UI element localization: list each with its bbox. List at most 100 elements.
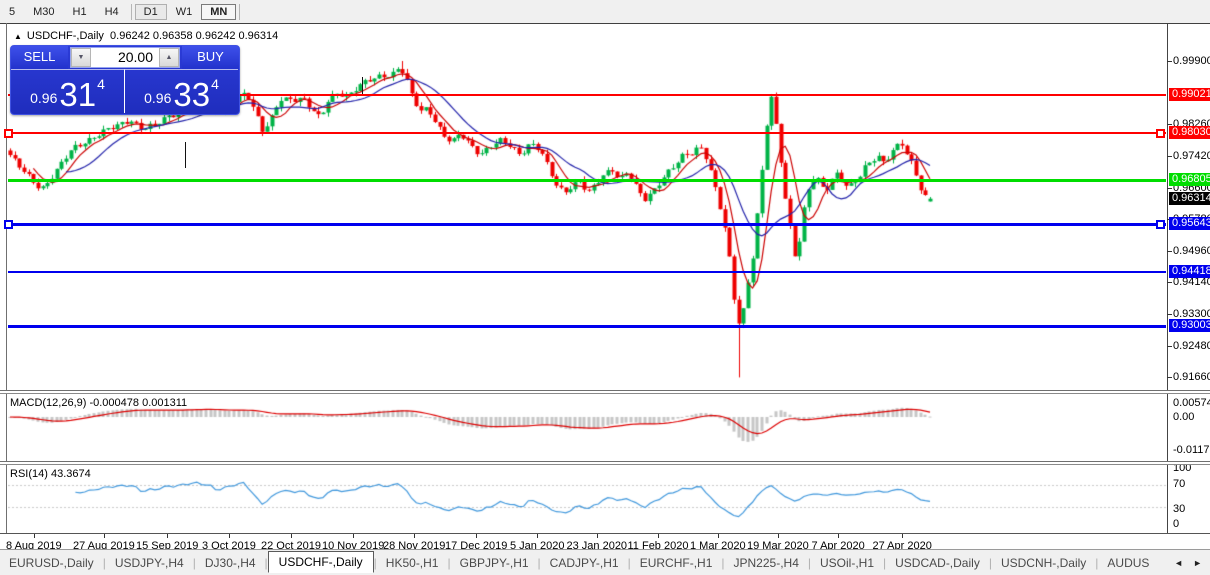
chart-object-mark[interactable] (362, 77, 363, 95)
symbol-tab-cadjpy-h1[interactable]: CADJPY-,H1 (541, 553, 628, 573)
chart-tab-bar: EURUSD-,Daily|USDJPY-,H4|DJ30-,H4|USDCHF… (0, 549, 1210, 575)
line-handle-right[interactable] (1156, 129, 1165, 138)
timeframe-button-m30[interactable]: M30 (24, 4, 63, 20)
price-axis-tickmark (1167, 188, 1172, 189)
volume-input[interactable]: 20.00 (91, 48, 159, 67)
date-axis-tickmark (537, 534, 538, 538)
price-axis-tick-label: 0.92480 (1173, 340, 1210, 352)
macd-axis-label: 0.00 (1173, 411, 1210, 423)
horizontal-level-line[interactable] (8, 223, 1166, 226)
timeframe-button-d1[interactable]: D1 (135, 4, 167, 20)
horizontal-level-line[interactable] (8, 179, 1166, 182)
price-axis-tickmark (1167, 377, 1172, 378)
date-axis-tickmark (658, 534, 659, 538)
sell-button[interactable]: SELL (11, 46, 68, 69)
symbol-tab-audus[interactable]: AUDUS (1098, 553, 1158, 573)
chart-title: ▲ USDCHF-,Daily 0.96242 0.96358 0.96242 0… (14, 30, 278, 42)
symbol-tab-usdchf-daily[interactable]: USDCHF-,Daily (268, 551, 374, 573)
horizontal-level-line[interactable] (8, 132, 1166, 134)
ask-price-prefix: 0.96 (144, 90, 171, 106)
macd-axis-label: 0.005744 (1173, 397, 1210, 409)
date-axis-tickmark (34, 534, 35, 538)
macd-indicator-label: MACD(12,26,9) -0.000478 0.001311 (10, 397, 187, 409)
bid-price-prefix: 0.96 (30, 90, 57, 106)
symbol-tab-gbpjpy-h1[interactable]: GBPJPY-,H1 (451, 553, 538, 573)
toolbar-separator (131, 4, 132, 20)
date-axis-tickmark (291, 534, 292, 538)
price-axis-tickmark (1167, 314, 1172, 315)
tab-scroll-left-icon[interactable]: ◄ (1174, 558, 1183, 568)
price-axis-line (1167, 24, 1168, 533)
price-axis-tick-label: 0.99900 (1173, 55, 1210, 67)
bid-price-box[interactable]: 0.96 31 4 (11, 69, 125, 113)
chart-object-mark[interactable] (185, 142, 186, 168)
rsi-indicator-label: RSI(14) 43.3674 (10, 468, 91, 480)
price-axis-tickmark (1167, 251, 1172, 252)
timeframe-button-h4[interactable]: H4 (96, 4, 128, 20)
window-border-top (0, 23, 1210, 24)
symbol-tab-jpn225-h4[interactable]: JPN225-,H4 (725, 553, 808, 573)
window-border-left (6, 23, 7, 533)
date-axis-tickmark (104, 534, 105, 538)
volume-spinner: ▼ 20.00 ▲ (70, 47, 180, 68)
symbol-tab-eurusd-daily[interactable]: EURUSD-,Daily (0, 553, 103, 573)
symbol-tab-hk50-h1[interactable]: HK50-,H1 (377, 553, 448, 573)
price-axis-tickmark (1167, 346, 1172, 347)
symbol-tab-eurchf-h1[interactable]: EURCHF-,H1 (631, 553, 722, 573)
date-axis-line (0, 533, 1210, 534)
ask-price-point: 4 (211, 76, 219, 92)
line-handle-left[interactable] (4, 129, 13, 138)
date-axis-tickmark (838, 534, 839, 538)
level-price-label: 0.93003 (1169, 319, 1210, 332)
collapse-triangle-icon[interactable]: ▲ (14, 32, 22, 41)
date-axis-tickmark (778, 534, 779, 538)
symbol-tab-dj30-h4[interactable]: DJ30-,H4 (196, 553, 265, 573)
chart-symbol-label: USDCHF-,Daily (27, 30, 104, 42)
date-axis-tickmark (414, 534, 415, 538)
symbol-tab-usdjpy-h4[interactable]: USDJPY-,H4 (106, 553, 193, 573)
ask-price-box[interactable]: 0.96 33 4 (125, 69, 238, 113)
date-axis-tickmark (229, 534, 230, 538)
level-price-label: 0.99021 (1169, 88, 1210, 101)
price-axis-tickmark (1167, 124, 1172, 125)
price-axis-tick-label: 0.94960 (1173, 245, 1210, 257)
line-handle-right[interactable] (1156, 220, 1165, 229)
volume-decrease-icon[interactable]: ▼ (71, 48, 91, 67)
symbol-tab-usdcad-daily[interactable]: USDCAD-,Daily (886, 553, 989, 573)
symbol-tab-usoil-h1[interactable]: USOil-,H1 (811, 553, 883, 573)
price-axis-tick-label: 0.91660 (1173, 371, 1210, 383)
bid-price-pips: 31 (59, 80, 96, 110)
price-axis-tick-label: 0.97420 (1173, 150, 1210, 162)
timeframe-toolbar: 5M30H1H4 D1W1MN (0, 0, 1210, 24)
price-axis-tickmark (1167, 156, 1172, 157)
date-axis-tickmark (476, 534, 477, 538)
one-click-trading-panel: SELL ▼ 20.00 ▲ BUY 0.96 31 4 0.96 33 4 (10, 45, 240, 115)
timeframe-button-w1[interactable]: W1 (167, 4, 202, 20)
timeframe-button-5[interactable]: 5 (0, 4, 24, 20)
rsi-axis-label: 0 (1173, 518, 1210, 530)
chart-window: ▲ USDCHF-,Daily 0.96242 0.96358 0.96242 0… (0, 23, 1210, 549)
chart-ohlc-values: 0.96242 0.96358 0.96242 0.96314 (110, 30, 278, 42)
price-axis-tickmark (1167, 61, 1172, 62)
rsi-pane-splitter[interactable] (0, 461, 1210, 465)
bid-price-point: 4 (97, 76, 105, 92)
timeframe-button-h1[interactable]: H1 (64, 4, 96, 20)
tab-scroll-right-icon[interactable]: ► (1193, 558, 1202, 568)
level-price-label: 0.94418 (1169, 265, 1210, 278)
level-price-label: 0.98030 (1169, 126, 1210, 139)
level-price-label: 0.96805 (1169, 173, 1210, 186)
volume-increase-icon[interactable]: ▲ (159, 48, 179, 67)
date-axis-tickmark (597, 534, 598, 538)
horizontal-level-line[interactable] (8, 325, 1166, 328)
macd-pane-splitter[interactable] (0, 390, 1210, 394)
date-axis-tickmark (718, 534, 719, 538)
rsi-axis-label: 30 (1173, 503, 1210, 515)
ask-price-pips: 33 (173, 80, 210, 110)
timeframe-button-mn[interactable]: MN (201, 4, 236, 20)
price-axis-tickmark (1167, 282, 1172, 283)
symbol-tab-usdcnh-daily[interactable]: USDCNH-,Daily (992, 553, 1095, 573)
line-handle-left[interactable] (4, 220, 13, 229)
horizontal-level-line[interactable] (8, 271, 1166, 273)
date-axis-tickmark (167, 534, 168, 538)
buy-button[interactable]: BUY (182, 46, 239, 69)
